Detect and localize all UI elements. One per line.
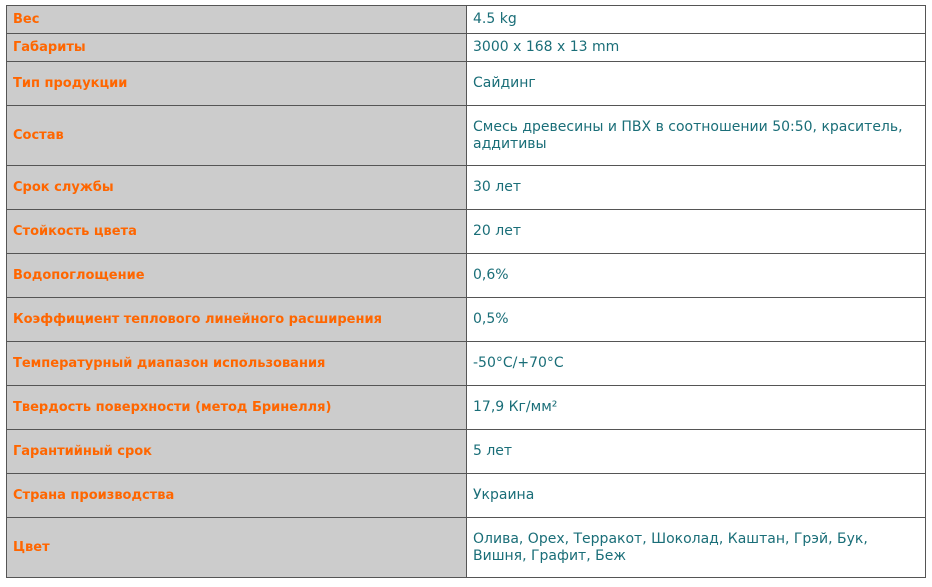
table-row: Водопоглощение 0,6% <box>6 253 926 298</box>
spec-value-dimensions: 3000 x 168 x 13 mm <box>466 33 926 62</box>
spec-label-color: Цвет <box>6 517 467 578</box>
table-row: Срок службы 30 лет <box>6 165 926 210</box>
spec-value-color: Олива, Орех, Терракот, Шоколад, Каштан, … <box>466 517 926 578</box>
spec-value-temperature-range: -50°С/+70°С <box>466 341 926 386</box>
table-row: Температурный диапазон использования -50… <box>6 341 926 386</box>
spec-label-weight: Вес <box>6 5 467 34</box>
table-row: Стойкость цвета 20 лет <box>6 209 926 254</box>
spec-label-thermal-expansion: Коэффициент теплового линейного расширен… <box>6 297 467 342</box>
spec-label-dimensions: Габариты <box>6 33 467 62</box>
spec-value-water-absorption: 0,6% <box>466 253 926 298</box>
table-row: Твердость поверхности (метод Бринелля) 1… <box>6 385 926 430</box>
table-row: Состав Смесь древесины и ПВХ в соотношен… <box>6 105 926 166</box>
spec-value-color-fastness: 20 лет <box>466 209 926 254</box>
table-row: Вес 4.5 kg <box>6 5 926 34</box>
spec-label-warranty: Гарантийный срок <box>6 429 467 474</box>
spec-value-country: Украина <box>466 473 926 518</box>
spec-label-product-type: Тип продукции <box>6 61 467 106</box>
table-row: Страна производства Украина <box>6 473 926 518</box>
spec-label-surface-hardness: Твердость поверхности (метод Бринелля) <box>6 385 467 430</box>
table-row: Тип продукции Сайдинг <box>6 61 926 106</box>
spec-label-composition: Состав <box>6 105 467 166</box>
spec-value-warranty: 5 лет <box>466 429 926 474</box>
spec-label-temperature-range: Температурный диапазон использования <box>6 341 467 386</box>
spec-value-service-life: 30 лет <box>466 165 926 210</box>
spec-label-water-absorption: Водопоглощение <box>6 253 467 298</box>
spec-value-thermal-expansion: 0,5% <box>466 297 926 342</box>
specs-table: Вес 4.5 kg Габариты 3000 x 168 x 13 mm Т… <box>6 5 926 578</box>
table-row: Коэффициент теплового линейного расширен… <box>6 297 926 342</box>
spec-value-surface-hardness: 17,9 Кг/мм² <box>466 385 926 430</box>
spec-label-color-fastness: Стойкость цвета <box>6 209 467 254</box>
spec-label-service-life: Срок службы <box>6 165 467 210</box>
table-row: Габариты 3000 x 168 x 13 mm <box>6 33 926 62</box>
spec-label-country: Страна производства <box>6 473 467 518</box>
spec-value-product-type: Сайдинг <box>466 61 926 106</box>
table-row: Цвет Олива, Орех, Терракот, Шоколад, Каш… <box>6 517 926 578</box>
spec-value-composition: Смесь древесины и ПВХ в соотношении 50:5… <box>466 105 926 166</box>
table-row: Гарантийный срок 5 лет <box>6 429 926 474</box>
spec-value-weight: 4.5 kg <box>466 5 926 34</box>
